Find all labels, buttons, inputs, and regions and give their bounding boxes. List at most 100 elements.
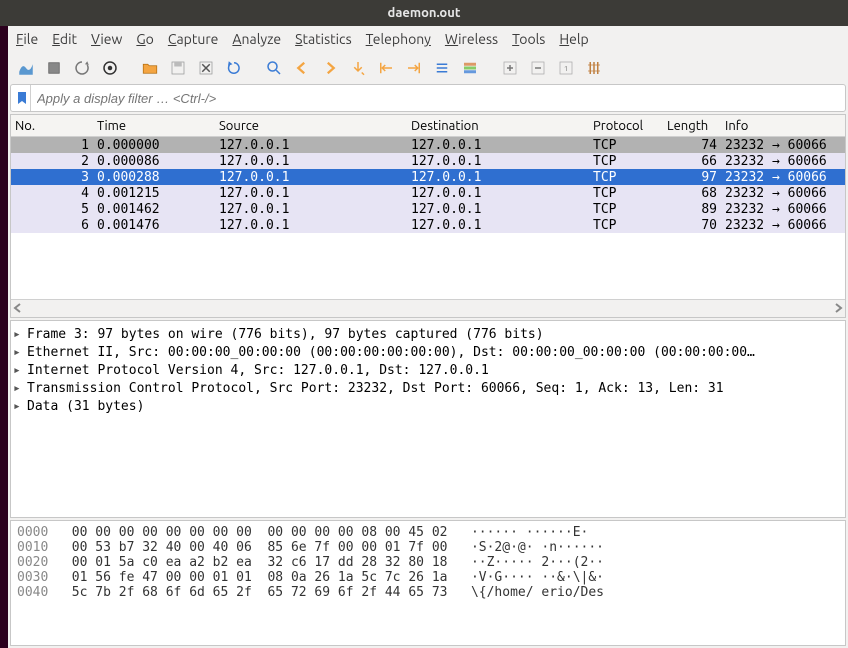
packet-row[interactable]: 50.001462127.0.0.1127.0.0.1TCP8923232 → … bbox=[11, 201, 845, 217]
menu-analyze[interactable]: Analyze bbox=[232, 31, 281, 47]
detail-text: Data (31 bytes) bbox=[27, 399, 144, 414]
menu-statistics[interactable]: Statistics bbox=[295, 31, 351, 47]
menu-capture[interactable]: Capture bbox=[168, 31, 219, 47]
hex-bytes: 00 01 5a c0 ea a2 b2 ea 32 c6 17 dd 28 3… bbox=[48, 555, 471, 570]
cell-col-dst: 127.0.0.1 bbox=[407, 202, 589, 217]
detail-tree-item[interactable]: ▸Ethernet II, Src: 00:00:00_00:00:00 (00… bbox=[13, 343, 843, 361]
cell-col-info: 23232 → 60066 bbox=[721, 170, 845, 185]
cell-col-info: 23232 → 60066 bbox=[721, 202, 845, 217]
cell-col-info: 23232 → 60066 bbox=[721, 154, 845, 169]
hex-ascii: ·S·2@·@· ·n······ bbox=[471, 540, 604, 555]
detail-tree-item[interactable]: ▸Frame 3: 97 bytes on wire (776 bits), 9… bbox=[13, 325, 843, 343]
cell-col-no: 2 bbox=[11, 154, 93, 169]
menu-telephony[interactable]: Telephony bbox=[366, 31, 431, 47]
stop-capture-icon[interactable] bbox=[42, 56, 66, 80]
menu-view[interactable]: View bbox=[91, 31, 122, 47]
hex-offset: 0000 bbox=[17, 525, 48, 540]
filter-bookmark-icon[interactable] bbox=[13, 85, 31, 111]
reload-icon[interactable] bbox=[222, 56, 246, 80]
hex-line[interactable]: 0000 00 00 00 00 00 00 00 00 00 00 00 00… bbox=[17, 525, 839, 540]
next-icon[interactable] bbox=[318, 56, 342, 80]
open-icon[interactable] bbox=[138, 56, 162, 80]
hex-line[interactable]: 0010 00 53 b7 32 40 00 40 06 85 6e 7f 00… bbox=[17, 540, 839, 555]
hex-line[interactable]: 0030 01 56 fe 47 00 00 01 01 08 0a 26 1a… bbox=[17, 570, 839, 585]
col-proto[interactable]: Protocol bbox=[589, 119, 663, 133]
find-icon[interactable] bbox=[262, 56, 286, 80]
hex-offset: 0040 bbox=[17, 585, 48, 600]
tree-expand-icon[interactable]: ▸ bbox=[13, 327, 27, 342]
restart-capture-icon[interactable] bbox=[70, 56, 94, 80]
tree-expand-icon[interactable]: ▸ bbox=[13, 345, 27, 360]
menu-edit[interactable]: Edit bbox=[52, 31, 77, 47]
menu-wireless[interactable]: Wireless bbox=[445, 31, 498, 47]
menu-go[interactable]: Go bbox=[136, 31, 154, 47]
hex-line[interactable]: 0040 5c 7b 2f 68 6f 6d 65 2f 65 72 69 6f… bbox=[17, 585, 839, 600]
cell-col-no: 6 bbox=[11, 218, 93, 233]
zoom-out-icon[interactable] bbox=[526, 56, 550, 80]
hex-bytes: 01 56 fe 47 00 00 01 01 08 0a 26 1a 5c 7… bbox=[48, 570, 471, 585]
col-time[interactable]: Time bbox=[93, 119, 215, 133]
detail-text: Transmission Control Protocol, Src Port:… bbox=[27, 381, 724, 396]
packet-row[interactable]: 20.000086127.0.0.1127.0.0.1TCP6623232 → … bbox=[11, 153, 845, 169]
packet-list-scrollbar[interactable] bbox=[11, 299, 845, 317]
detail-tree-item[interactable]: ▸Internet Protocol Version 4, Src: 127.0… bbox=[13, 361, 843, 379]
cell-col-time: 0.001476 bbox=[93, 218, 215, 233]
cell-col-len: 70 bbox=[663, 218, 721, 233]
resize-columns-icon[interactable] bbox=[582, 56, 606, 80]
cell-col-dst: 127.0.0.1 bbox=[407, 138, 589, 153]
col-no[interactable]: No. bbox=[11, 119, 93, 133]
cell-col-info: 23232 → 60066 bbox=[721, 186, 845, 201]
packet-row[interactable]: 40.001215127.0.0.1127.0.0.1TCP6823232 → … bbox=[11, 185, 845, 201]
goto-first-icon[interactable] bbox=[374, 56, 398, 80]
packet-row[interactable]: 30.000288127.0.0.1127.0.0.1TCP9723232 → … bbox=[11, 169, 845, 185]
cell-col-no: 3 bbox=[11, 170, 93, 185]
detail-text: Frame 3: 97 bytes on wire (776 bits), 97… bbox=[27, 327, 544, 342]
cell-col-len: 66 bbox=[663, 154, 721, 169]
hex-offset: 0010 bbox=[17, 540, 48, 555]
hex-bytes: 00 53 b7 32 40 00 40 06 85 6e 7f 00 00 0… bbox=[48, 540, 471, 555]
cell-col-dst: 127.0.0.1 bbox=[407, 218, 589, 233]
display-filter-input[interactable] bbox=[31, 91, 845, 106]
detail-text: Ethernet II, Src: 00:00:00_00:00:00 (00:… bbox=[27, 345, 755, 360]
col-dest[interactable]: Destination bbox=[407, 119, 589, 133]
cell-col-proto: TCP bbox=[589, 186, 663, 201]
cell-col-info: 23232 → 60066 bbox=[721, 138, 845, 153]
packet-row[interactable]: 10.000000127.0.0.1127.0.0.1TCP7423232 → … bbox=[11, 137, 845, 153]
options-icon[interactable] bbox=[98, 56, 122, 80]
menu-file[interactable]: File bbox=[16, 31, 38, 47]
cell-col-no: 1 bbox=[11, 138, 93, 153]
zoom-reset-icon[interactable]: 1 bbox=[554, 56, 578, 80]
menu-help[interactable]: Help bbox=[559, 31, 588, 47]
zoom-in-icon[interactable] bbox=[498, 56, 522, 80]
hex-ascii: \{/home/ erio/Des bbox=[471, 585, 604, 600]
menu-tools[interactable]: Tools bbox=[512, 31, 545, 47]
cell-col-src: 127.0.0.1 bbox=[215, 218, 407, 233]
col-info[interactable]: Info bbox=[721, 119, 845, 133]
cell-col-src: 127.0.0.1 bbox=[215, 154, 407, 169]
start-capture-icon[interactable] bbox=[14, 56, 38, 80]
tree-expand-icon[interactable]: ▸ bbox=[13, 399, 27, 414]
tree-expand-icon[interactable]: ▸ bbox=[13, 381, 27, 396]
hex-line[interactable]: 0020 00 01 5a c0 ea a2 b2 ea 32 c6 17 dd… bbox=[17, 555, 839, 570]
hex-ascii: ··Z····· 2···(2·· bbox=[471, 555, 604, 570]
autoscroll-icon[interactable] bbox=[430, 56, 454, 80]
prev-icon[interactable] bbox=[290, 56, 314, 80]
window-titlebar: daemon.out bbox=[0, 0, 848, 26]
detail-tree-item[interactable]: ▸Data (31 bytes) bbox=[13, 397, 843, 415]
col-source[interactable]: Source bbox=[215, 119, 407, 133]
save-icon[interactable] bbox=[166, 56, 190, 80]
hex-offset: 0030 bbox=[17, 570, 48, 585]
colorize-icon[interactable] bbox=[458, 56, 482, 80]
detail-tree-item[interactable]: ▸Transmission Control Protocol, Src Port… bbox=[13, 379, 843, 397]
desktop-left-gutter bbox=[0, 26, 8, 648]
goto-last-icon[interactable] bbox=[402, 56, 426, 80]
cell-col-time: 0.000000 bbox=[93, 138, 215, 153]
close-icon[interactable] bbox=[194, 56, 218, 80]
goto-packet-icon[interactable] bbox=[346, 56, 370, 80]
cell-col-proto: TCP bbox=[589, 218, 663, 233]
cell-col-time: 0.001215 bbox=[93, 186, 215, 201]
tree-expand-icon[interactable]: ▸ bbox=[13, 363, 27, 378]
packet-row[interactable]: 60.001476127.0.0.1127.0.0.1TCP7023232 → … bbox=[11, 217, 845, 233]
col-length[interactable]: Length bbox=[663, 119, 721, 133]
cell-col-src: 127.0.0.1 bbox=[215, 202, 407, 217]
